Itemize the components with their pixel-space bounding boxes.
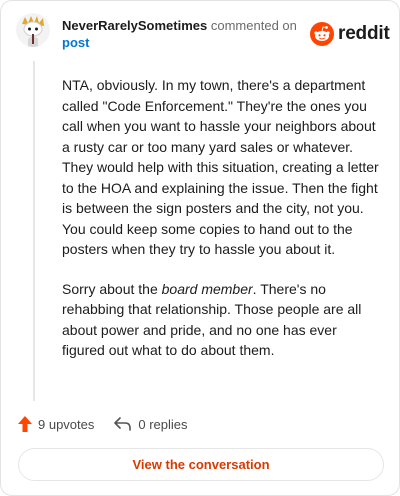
reply-count: 0 replies bbox=[138, 416, 188, 432]
post-link[interactable]: post bbox=[62, 34, 302, 51]
upvote-count: 9 upvotes bbox=[38, 416, 95, 432]
comment-action-text: commented on bbox=[210, 18, 297, 33]
comment-header: NeverRarelySometimes commented on post r… bbox=[1, 1, 399, 61]
view-conversation-button[interactable]: View the conversation bbox=[18, 448, 384, 481]
upvote-stat[interactable]: 9 upvotes bbox=[18, 416, 94, 432]
reddit-wordmark: reddit bbox=[338, 23, 390, 44]
comment-meta: NeverRarelySometimes commented on post bbox=[62, 17, 302, 51]
comment-body: NTA, obviously. In my town, there's a de… bbox=[62, 75, 380, 380]
snoo-avatar-icon bbox=[16, 13, 50, 47]
user-avatar[interactable] bbox=[16, 13, 50, 47]
author-username[interactable]: NeverRarelySometimes bbox=[62, 18, 207, 33]
reply-arrow-icon bbox=[114, 417, 132, 431]
comment-stats: 9 upvotes 0 replies bbox=[18, 413, 188, 435]
thread-line bbox=[33, 61, 35, 401]
reply-stat[interactable]: 0 replies bbox=[114, 416, 188, 432]
comment-paragraph: Sorry about the board member. There's no… bbox=[62, 279, 380, 361]
reddit-brand[interactable]: reddit bbox=[310, 20, 390, 48]
upvote-arrow-icon bbox=[18, 416, 32, 432]
embedded-comment-card: NeverRarelySometimes commented on post r… bbox=[0, 0, 400, 496]
comment-paragraph: NTA, obviously. In my town, there's a de… bbox=[62, 77, 379, 257]
emphasized-text: board member bbox=[161, 280, 253, 297]
paragraph-text: Sorry about the bbox=[62, 280, 162, 297]
reddit-snoo-logo-icon bbox=[310, 22, 334, 46]
